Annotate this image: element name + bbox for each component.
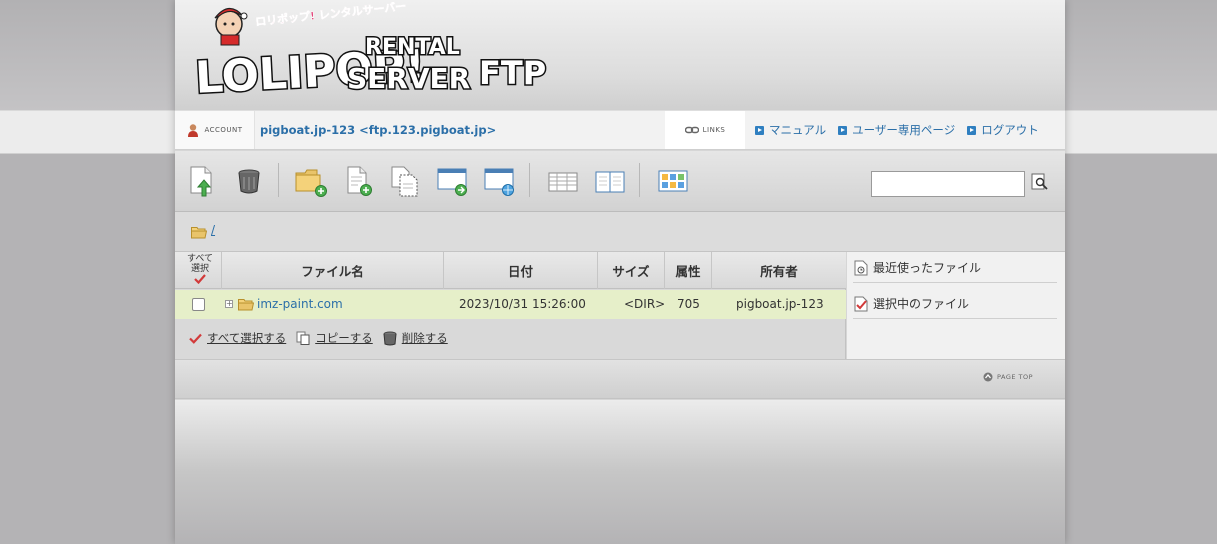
table-row[interactable]: + imz-paint.com 2023/10/31 15:26:00 <DIR… <box>175 290 846 319</box>
toolbar-separator <box>639 163 640 197</box>
row-date: 2023/10/31 15:26:00 <box>459 297 586 311</box>
copy-icon[interactable] <box>389 165 421 197</box>
column-header-date[interactable]: 日付 <box>444 252 598 289</box>
select-all-button[interactable]: すべて選択する <box>189 330 286 346</box>
folder-icon <box>238 299 254 311</box>
search-input[interactable] <box>871 171 1025 197</box>
check-icon <box>189 333 202 344</box>
links-nav: マニュアル ユーザー専用ページ ログアウト <box>755 111 1039 149</box>
selected-file-icon <box>854 296 868 311</box>
toolbar <box>175 151 1065 212</box>
trash-icon[interactable] <box>233 165 265 197</box>
breadcrumb: / <box>175 212 1065 252</box>
column-header-attr[interactable]: 属性 <box>665 252 712 289</box>
column-header-owner[interactable]: 所有者 <box>712 252 846 289</box>
bottom-area <box>175 400 1065 544</box>
link-user-page-label: ユーザー専用ページ <box>852 123 956 137</box>
account-tag-label: ACCOUNT <box>204 126 243 134</box>
copy-button[interactable]: コピーする <box>296 330 373 346</box>
logo-ftp: FTP <box>479 54 546 92</box>
row-attr[interactable]: 705 <box>677 290 700 319</box>
sidebar-item-recent-files[interactable]: 最近使ったファイル <box>853 253 1057 283</box>
folder-open-icon <box>191 227 207 239</box>
bulk-actions: すべて選択する コピーする 削除する <box>175 326 846 350</box>
sidebar-item-selected-files[interactable]: 選択中のファイル <box>853 289 1057 319</box>
sidebar-recent-label: 最近使ったファイル <box>873 261 982 275</box>
account-name: pigboat.jp-123 <ftp.123.pigboat.jp> <box>260 123 497 137</box>
select-all-header[interactable]: すべて 選択 <box>175 252 222 289</box>
app-frame: ロリポップ! レンタルサーバー LOLIPOP! RENTAL SERVER F… <box>175 0 1065 544</box>
expand-icon[interactable]: + <box>225 300 233 308</box>
check-icon <box>194 274 206 285</box>
column-header-name[interactable]: ファイル名 <box>222 252 444 289</box>
split-view-icon[interactable] <box>594 165 626 197</box>
toolbar-separator <box>529 163 530 197</box>
page-top-icon <box>983 372 993 382</box>
copy-label: コピーする <box>315 331 373 345</box>
delete-label: 削除する <box>401 331 448 345</box>
link-manual-label: マニュアル <box>769 123 827 137</box>
logo-rental: RENTAL <box>365 35 460 60</box>
user-icon <box>188 124 199 137</box>
column-header-size[interactable]: サイズ <box>598 252 665 289</box>
sidebar-selected-label: 選択中のファイル <box>873 297 970 311</box>
select-all-label: すべて選択する <box>207 331 287 345</box>
page-top-label: PAGE TOP <box>997 373 1034 381</box>
breadcrumb-root-link[interactable]: / <box>211 223 215 237</box>
mascot-icon <box>214 7 248 46</box>
list-view-icon[interactable] <box>547 165 579 197</box>
link-logout-label: ログアウト <box>981 123 1039 137</box>
select-all-line2: 選択 <box>190 264 209 274</box>
link-logout[interactable]: ログアウト <box>967 122 1039 138</box>
link-user-page[interactable]: ユーザー専用ページ <box>838 122 955 138</box>
window-add-icon[interactable] <box>437 165 469 197</box>
account-bar: ACCOUNT pigboat.jp-123 <ftp.123.pigboat.… <box>175 110 1065 150</box>
sidebar: 最近使ったファイル 選択中のファイル <box>847 252 1065 359</box>
new-file-icon[interactable] <box>343 165 375 197</box>
logo-tagline: ロリポップ! レンタルサーバー <box>255 2 407 29</box>
row-size: <DIR> <box>624 297 666 311</box>
trash-icon <box>383 331 397 345</box>
logo-server: SERVER <box>347 62 470 95</box>
link-manual[interactable]: マニュアル <box>755 122 826 138</box>
account-tag: ACCOUNT <box>175 111 255 149</box>
arrow-bullet-icon <box>838 125 848 135</box>
page-top-link[interactable]: PAGE TOP <box>983 372 1033 382</box>
recent-file-icon <box>854 260 868 275</box>
delete-button[interactable]: 削除する <box>383 330 448 346</box>
new-folder-icon[interactable] <box>295 165 327 197</box>
file-list: すべて 選択 ファイル名 日付 サイズ 属性 所有者 + imz-paint.c… <box>175 252 846 359</box>
row-file-name[interactable]: imz-paint.com <box>257 290 343 319</box>
file-list-header: すべて 選択 ファイル名 日付 サイズ 属性 所有者 <box>175 252 846 289</box>
header: ロリポップ! レンタルサーバー LOLIPOP! RENTAL SERVER F… <box>175 0 1065 110</box>
row-owner: pigboat.jp-123 <box>736 297 824 311</box>
upload-icon[interactable] <box>186 165 218 197</box>
arrow-bullet-icon <box>967 125 977 135</box>
thumbnail-view-icon[interactable] <box>657 165 689 197</box>
row-checkbox[interactable] <box>192 298 205 311</box>
arrow-bullet-icon <box>755 125 764 135</box>
select-all-line1: すべて <box>186 254 213 264</box>
toolbar-separator <box>278 163 279 197</box>
search-icon[interactable] <box>1031 173 1049 191</box>
lolipop-ftp-logo[interactable]: ロリポップ! レンタルサーバー LOLIPOP! RENTAL SERVER F… <box>189 2 569 102</box>
footer-bar: PAGE TOP <box>175 359 1065 399</box>
link-chain-icon <box>684 126 699 134</box>
links-tag: LINKS <box>665 111 745 149</box>
copy-icon <box>296 331 310 345</box>
links-tag-label: LINKS <box>702 126 726 134</box>
window-globe-icon[interactable] <box>484 165 516 197</box>
